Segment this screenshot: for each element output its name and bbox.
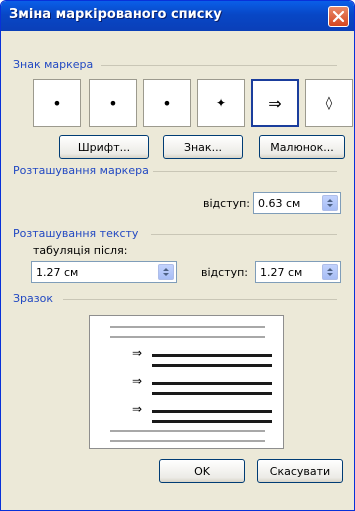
bullet-dot-glyph: •: [52, 93, 62, 113]
preview-gray-line: [110, 326, 265, 328]
bullet-option-4[interactable]: ✦: [197, 79, 245, 127]
title-bar[interactable]: Зміна маркірованого списку: [1, 1, 354, 31]
preview-bullet-arrow: ⇒: [132, 402, 143, 416]
spinner-arrows[interactable]: [158, 264, 174, 280]
preview-text-line: [152, 410, 272, 413]
preview-text-line: [152, 382, 272, 385]
text-position-label: Розташування тексту: [13, 227, 142, 240]
marker-indent-label: відступ:: [203, 197, 251, 210]
preview-label: Зразок: [13, 292, 56, 305]
up-down-arrows-icon: [327, 268, 333, 276]
marker-indent-spinner[interactable]: 0.63 см: [253, 192, 341, 214]
tab-after-value: 1.27 см: [36, 266, 79, 279]
ok-button[interactable]: OK: [159, 459, 245, 483]
tab-after-spinner[interactable]: 1.27 см: [31, 261, 177, 283]
bullet-option-3[interactable]: •: [143, 79, 191, 127]
bullet-group-label: Знак маркера: [13, 58, 97, 71]
bullet-option-1[interactable]: •: [33, 79, 81, 127]
preview-bullet-arrow: ⇒: [132, 374, 143, 388]
preview-box: ⇒ ⇒ ⇒: [89, 315, 284, 449]
text-position-divider: [151, 234, 337, 235]
cancel-button[interactable]: Скасувати: [257, 459, 343, 483]
tab-after-label: табуляція після:: [33, 244, 128, 257]
dialog-title: Зміна маркірованого списку: [9, 7, 222, 22]
bullet-group-divider: [101, 65, 337, 66]
preview-bullet-arrow: ⇒: [132, 346, 143, 360]
preview-gray-line: [110, 430, 265, 432]
preview-gray-line: [110, 440, 265, 442]
marker-position-label: Розташування маркера: [13, 164, 152, 177]
bullet-diamond-glyph: ◊: [325, 95, 333, 111]
bullet-option-6[interactable]: ◊: [305, 79, 353, 127]
symbol-button[interactable]: Знак...: [163, 135, 243, 159]
preview-text-line: [152, 392, 272, 395]
bullet-option-5-selected[interactable]: ⇒: [251, 79, 299, 127]
preview-text-line: [152, 420, 272, 423]
text-indent-label: відступ:: [201, 266, 249, 279]
spinner-arrows[interactable]: [322, 195, 338, 211]
font-button[interactable]: Шрифт...: [59, 135, 149, 159]
bullet-dot-glyph: •: [108, 93, 118, 113]
text-indent-spinner[interactable]: 1.27 см: [255, 261, 341, 283]
picture-button[interactable]: Малюнок...: [259, 135, 345, 159]
preview-text-line: [152, 354, 272, 357]
bullet-list-dialog: Зміна маркірованого списку Знак маркера …: [0, 0, 355, 511]
preview-text-line: [152, 364, 272, 367]
bullet-option-2[interactable]: •: [89, 79, 137, 127]
up-down-arrows-icon: [327, 199, 333, 207]
bullet-arrow-glyph: ⇒: [268, 93, 282, 113]
spinner-arrows[interactable]: [322, 264, 338, 280]
close-icon: [332, 10, 345, 23]
marker-position-divider: [153, 171, 337, 172]
preview-divider: [63, 299, 337, 300]
text-indent-value: 1.27 см: [260, 266, 303, 279]
close-button[interactable]: [328, 6, 349, 27]
up-down-arrows-icon: [163, 268, 169, 276]
marker-indent-value: 0.63 см: [258, 197, 301, 210]
preview-gray-line: [110, 336, 265, 338]
bullet-diamond-star-glyph: ✦: [215, 96, 227, 110]
bullet-dot-glyph: •: [162, 93, 172, 113]
